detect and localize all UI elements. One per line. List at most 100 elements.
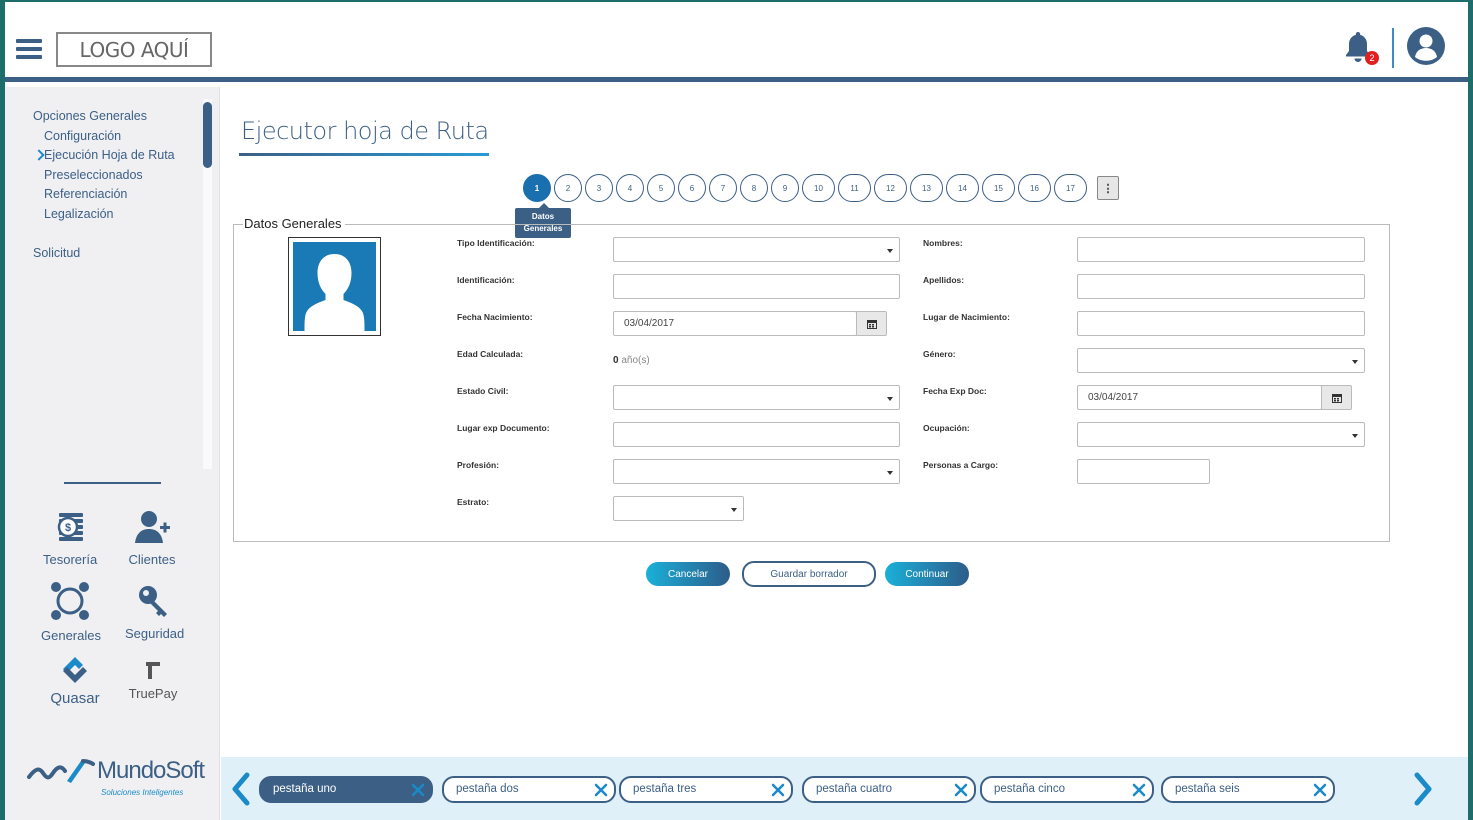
user-avatar-icon[interactable] bbox=[1406, 26, 1446, 66]
step-11[interactable]: 11 bbox=[838, 174, 871, 202]
nombres-input[interactable] bbox=[1077, 237, 1365, 262]
add-user-icon bbox=[135, 511, 170, 543]
tab-label: pestaña seis bbox=[1175, 783, 1240, 795]
fecha-nacimiento-label: Fecha Nacimiento: bbox=[457, 312, 533, 322]
logo-placeholder[interactable]: LOGO AQUÍ bbox=[56, 32, 212, 67]
apellidos-label: Apellidos: bbox=[923, 275, 965, 285]
network-nodes-icon bbox=[51, 582, 89, 620]
step-14[interactable]: 14 bbox=[946, 174, 979, 202]
close-icon[interactable] bbox=[411, 783, 425, 797]
step-9[interactable]: 9 bbox=[771, 174, 799, 202]
notifications-bell-icon[interactable]: 2 bbox=[1343, 30, 1379, 66]
calendar-icon[interactable] bbox=[856, 311, 887, 336]
step-5[interactable]: 5 bbox=[647, 174, 675, 202]
brand-name: MundoSoft bbox=[97, 757, 205, 784]
calendar-icon[interactable] bbox=[1321, 385, 1352, 410]
module-label: TruePay bbox=[128, 686, 178, 701]
step-4[interactable]: 4 bbox=[616, 174, 644, 202]
close-icon[interactable] bbox=[1132, 783, 1146, 797]
module-label: Tesorería bbox=[43, 552, 98, 567]
module-label: Quasar bbox=[50, 690, 100, 707]
sidebar-item-preseleccionados[interactable]: Preseleccionados bbox=[33, 166, 175, 186]
sidebar-item-solicitud[interactable]: Solicitud bbox=[33, 244, 175, 264]
identificacion-input[interactable] bbox=[613, 274, 900, 299]
genero-label: Género: bbox=[923, 349, 956, 359]
close-icon[interactable] bbox=[594, 783, 608, 797]
step-17[interactable]: 17 bbox=[1054, 174, 1087, 202]
tab-label: pestaña dos bbox=[456, 783, 519, 795]
estrato-select[interactable] bbox=[613, 496, 744, 521]
tab-pestana-seis[interactable]: pestaña seis bbox=[1161, 776, 1335, 803]
step-6[interactable]: 6 bbox=[678, 174, 706, 202]
step-7[interactable]: 7 bbox=[709, 174, 737, 202]
tab-pestana-cinco[interactable]: pestaña cinco bbox=[980, 776, 1154, 803]
sidebar-item-opciones-generales[interactable]: Opciones Generales bbox=[33, 107, 175, 127]
step-16[interactable]: 16 bbox=[1018, 174, 1051, 202]
apellidos-input[interactable] bbox=[1077, 274, 1365, 299]
estado-civil-select[interactable] bbox=[613, 385, 900, 410]
module-truepay[interactable]: TruePay bbox=[125, 659, 181, 701]
sidebar-item-configuracion[interactable]: Configuración bbox=[33, 127, 175, 147]
more-steps-button[interactable]: ⋮ bbox=[1097, 176, 1119, 200]
mundosoft-brand: MundoSoft Soluciones Inteligentes bbox=[27, 757, 205, 797]
top-header: LOGO AQUÍ 2 bbox=[5, 2, 1468, 82]
edad-calculada-value: 0 año(s) bbox=[613, 355, 650, 366]
edad-calculada-label: Edad Calculada: bbox=[457, 349, 524, 359]
continue-button[interactable]: Continuar bbox=[885, 562, 969, 586]
datos-generales-section bbox=[233, 224, 1390, 542]
section-legend: Datos Generales bbox=[243, 216, 345, 231]
cancel-button[interactable]: Cancelar bbox=[646, 562, 730, 586]
sidebar-item-ejecucion-hoja-de-ruta[interactable]: Ejecución Hoja de Ruta bbox=[33, 146, 175, 166]
personas-a-cargo-input[interactable] bbox=[1077, 459, 1210, 484]
module-generales[interactable]: Generales bbox=[41, 579, 101, 643]
step-2[interactable]: 2 bbox=[554, 174, 582, 202]
module-clientes[interactable]: Clientes bbox=[125, 509, 179, 567]
tab-pestana-dos[interactable]: pestaña dos bbox=[442, 776, 616, 803]
step-13[interactable]: 13 bbox=[910, 174, 943, 202]
step-1[interactable]: 1 bbox=[523, 174, 551, 202]
close-icon[interactable] bbox=[771, 783, 785, 797]
fecha-exp-doc-input[interactable]: 03/04/2017 bbox=[1077, 385, 1322, 410]
save-draft-button[interactable]: Guardar borrador bbox=[742, 561, 876, 587]
age-unit: año(s) bbox=[621, 355, 650, 366]
ocupacion-select[interactable] bbox=[1077, 422, 1365, 447]
module-quasar[interactable]: Quasar bbox=[47, 655, 103, 707]
identificacion-label: Identificación: bbox=[457, 275, 515, 285]
step-15[interactable]: 15 bbox=[982, 174, 1015, 202]
lugar-nacimiento-input[interactable] bbox=[1077, 311, 1365, 336]
step-3[interactable]: 3 bbox=[585, 174, 613, 202]
ocupacion-label: Ocupación: bbox=[923, 423, 970, 433]
tab-pestana-uno[interactable]: pestaña uno bbox=[259, 776, 433, 803]
sidebar: Opciones Generales Configuración Ejecuci… bbox=[5, 87, 220, 820]
close-icon[interactable] bbox=[1313, 783, 1327, 797]
tab-label: pestaña cuatro bbox=[816, 783, 893, 795]
module-tesoreria[interactable]: $ Tesorería bbox=[43, 509, 97, 567]
sidebar-item-referenciacion[interactable]: Referenciación bbox=[33, 185, 175, 205]
module-seguridad[interactable]: Seguridad bbox=[125, 581, 185, 641]
fecha-nacimiento-input[interactable]: 03/04/2017 bbox=[613, 311, 857, 336]
sidebar-item-legalizacion[interactable]: Legalización bbox=[33, 205, 175, 225]
step-8[interactable]: 8 bbox=[740, 174, 768, 202]
module-label: Generales bbox=[41, 628, 101, 643]
svg-text:$: $ bbox=[65, 522, 71, 534]
step-10[interactable]: 10 bbox=[802, 174, 835, 202]
genero-select[interactable] bbox=[1077, 348, 1365, 373]
fecha-exp-doc-label: Fecha Exp Doc: bbox=[923, 386, 987, 396]
profile-photo[interactable] bbox=[288, 237, 381, 336]
module-label: Seguridad bbox=[125, 626, 185, 641]
tipo-identificacion-select[interactable] bbox=[613, 237, 900, 262]
estrato-label: Estrato: bbox=[457, 497, 490, 507]
chevron-right-icon[interactable] bbox=[1411, 771, 1439, 807]
tab-pestana-tres[interactable]: pestaña tres bbox=[619, 776, 793, 803]
step-12[interactable]: 12 bbox=[874, 174, 907, 202]
sidebar-scrollbar-thumb[interactable] bbox=[203, 102, 212, 168]
profesion-label: Profesión: bbox=[457, 460, 500, 470]
page-title: Ejecutor hoja de Ruta bbox=[241, 117, 489, 145]
lugar-exp-documento-input[interactable] bbox=[613, 422, 900, 447]
menu-toggle-icon[interactable] bbox=[16, 39, 42, 59]
chevron-left-icon[interactable] bbox=[229, 771, 257, 807]
tab-pestana-cuatro[interactable]: pestaña cuatro bbox=[802, 776, 976, 803]
profesion-select[interactable] bbox=[613, 459, 900, 484]
close-icon[interactable] bbox=[954, 783, 968, 797]
